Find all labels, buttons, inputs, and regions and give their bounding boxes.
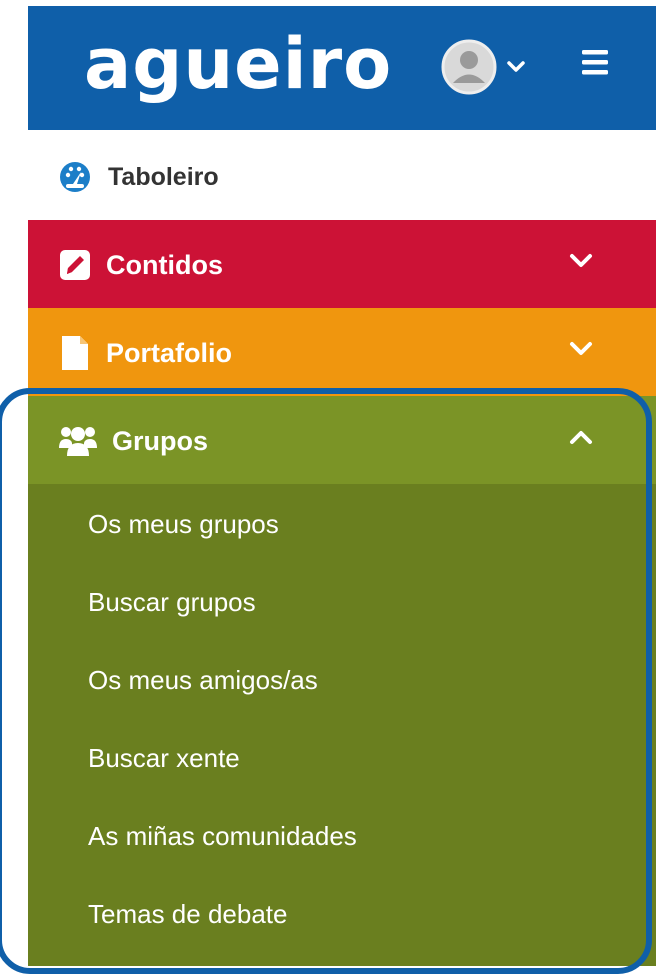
user-avatar-icon [441, 39, 497, 95]
submenu-item-os-meus-grupos[interactable]: Os meus grupos [88, 508, 279, 540]
logo[interactable]: agueiro [84, 24, 392, 104]
dashboard-gauge-icon [60, 162, 90, 192]
submenu-item-buscar-xente[interactable]: Buscar xente [88, 742, 240, 774]
sidebar-item-label: Portafolio [106, 338, 232, 368]
hamburger-icon[interactable] [580, 48, 612, 78]
chevron-up-icon [570, 431, 592, 444]
sidebar-item-label: Taboleiro [108, 163, 219, 191]
sidebar-item-grupos[interactable]: Grupos [28, 396, 656, 484]
sidebar-nav: Taboleiro Contidos Portafolio Grupos Os … [28, 130, 656, 966]
submenu-item-os-meus-amigos[interactable]: Os meus amigos/as [88, 664, 318, 696]
chevron-down-icon [507, 61, 525, 72]
user-menu-button[interactable] [440, 38, 540, 96]
app-frame: agueiro Taboleiro Contidos Portafolio Gr… [28, 6, 656, 966]
file-icon [62, 336, 88, 370]
sidebar-item-label: Contidos [106, 250, 223, 280]
chevron-down-icon [570, 254, 592, 267]
edit-square-icon [60, 250, 90, 280]
submenu-item-as-minas-comunidades[interactable]: As miñas comunidades [88, 820, 357, 852]
chevron-down-icon [570, 342, 592, 355]
submenu-item-temas-de-debate[interactable]: Temas de debate [88, 898, 287, 930]
sidebar-item-label: Grupos [112, 426, 209, 456]
sidebar-item-taboleiro[interactable]: Taboleiro [28, 130, 656, 220]
users-group-icon [59, 427, 97, 456]
sidebar-item-portafolio[interactable]: Portafolio [28, 308, 656, 396]
submenu-item-buscar-grupos[interactable]: Buscar grupos [88, 586, 256, 618]
grupos-submenu: Os meus grupos Buscar grupos Os meus ami… [28, 484, 656, 966]
top-bar: agueiro [28, 6, 656, 130]
sidebar-item-contidos[interactable]: Contidos [28, 220, 656, 308]
